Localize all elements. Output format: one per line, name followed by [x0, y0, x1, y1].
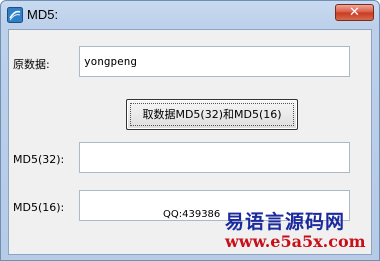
- source-data-label: 原数据:: [13, 58, 50, 71]
- app-logo-icon: [7, 7, 23, 23]
- app-window: MD5: ✕ 原数据: yongpeng 取数据MD5(32)和MD5(16) …: [0, 0, 380, 261]
- watermark-url: www.e5a5x.com: [225, 232, 366, 251]
- window-title: MD5:: [27, 7, 59, 22]
- md5-32-label: MD5(32):: [13, 153, 65, 166]
- source-data-value: yongpeng: [84, 55, 137, 68]
- source-data-input[interactable]: yongpeng: [79, 46, 350, 77]
- md5-16-label: MD5(16):: [13, 201, 65, 214]
- compute-md5-button[interactable]: 取数据MD5(32)和MD5(16): [126, 99, 298, 130]
- qq-contact-text: QQ:439386: [163, 209, 221, 220]
- watermark-title: 易语言源码网: [225, 211, 346, 233]
- title-bar[interactable]: MD5: ✕: [1, 1, 379, 29]
- compute-md5-button-label: 取数据MD5(32)和MD5(16): [142, 108, 282, 121]
- md5-32-output[interactable]: [79, 142, 350, 173]
- close-icon: ✕: [349, 5, 360, 20]
- site-watermark: 易语言源码网 www.e5a5x.com: [225, 211, 366, 251]
- close-button[interactable]: ✕: [335, 4, 374, 21]
